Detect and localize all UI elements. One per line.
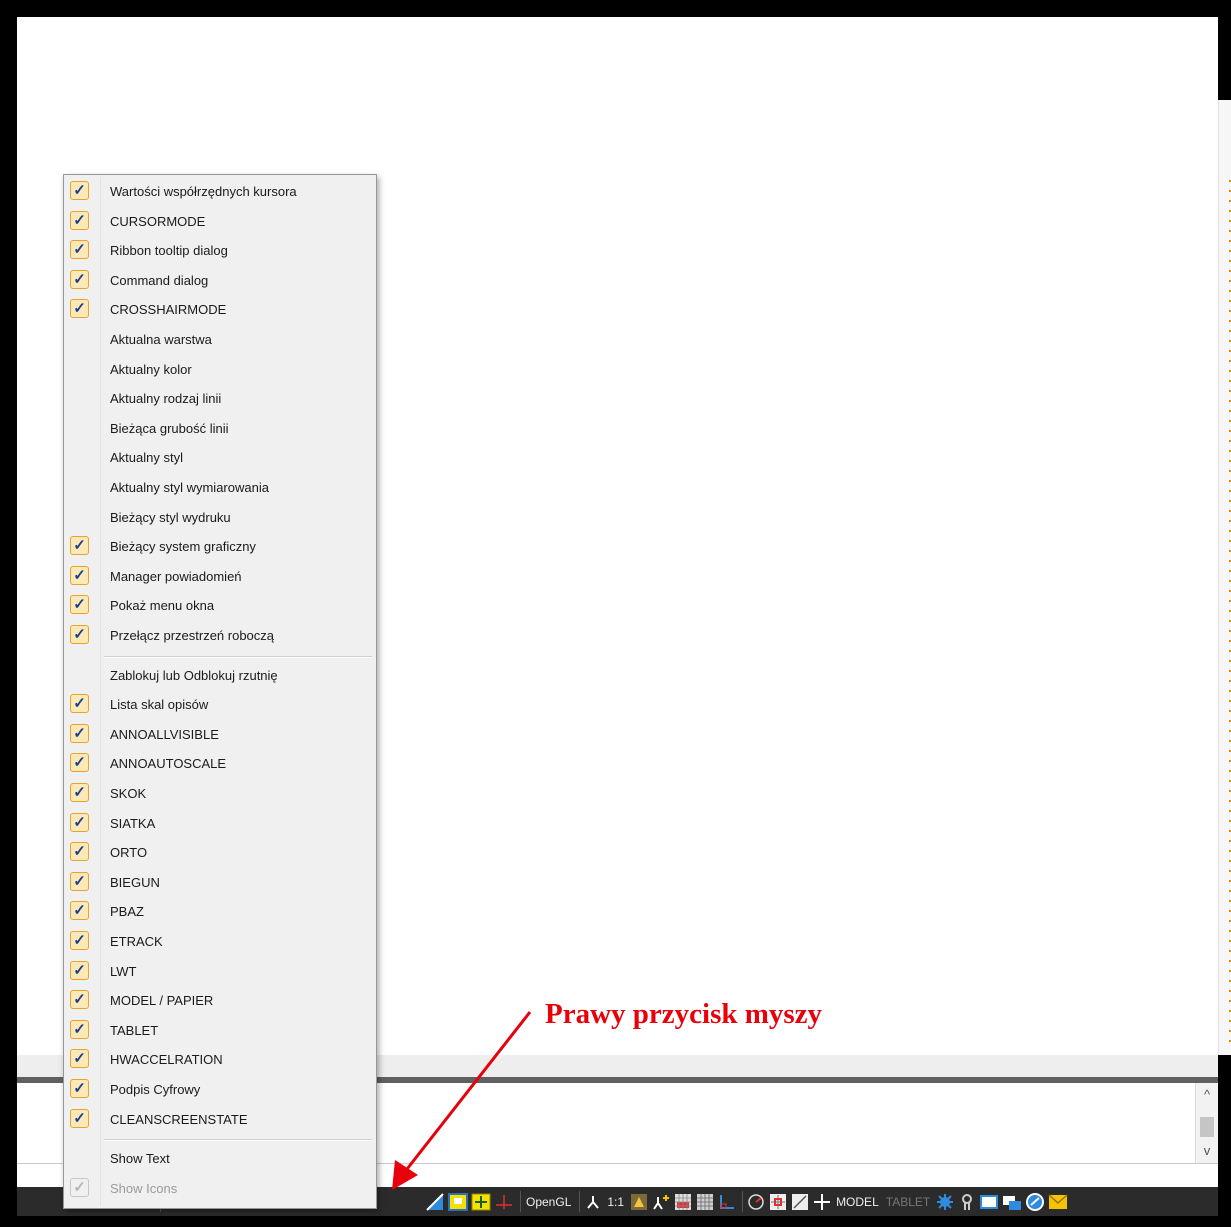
annotation-arrow	[392, 1011, 532, 1190]
annotation-label: Prawy przycisk myszy	[545, 998, 823, 1030]
